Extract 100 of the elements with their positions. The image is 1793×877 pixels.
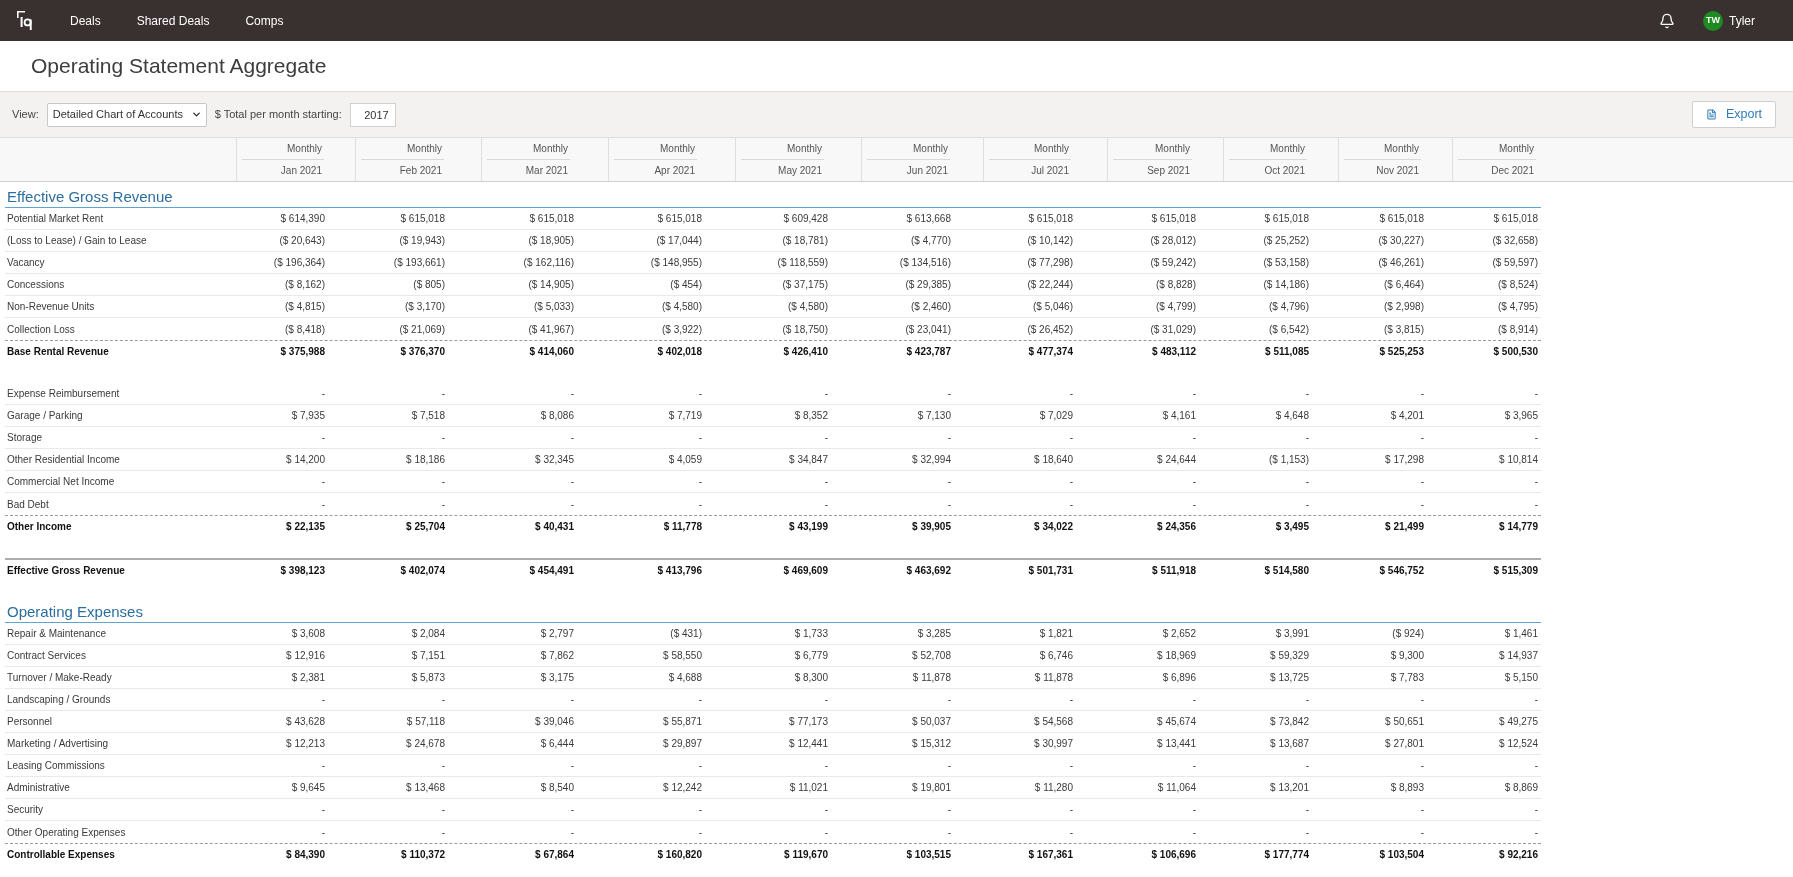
table-cell-text: - [569, 825, 575, 840]
table-cell-text: - [569, 497, 575, 512]
table-cell-text: $ 2,381 [290, 671, 326, 685]
table-cell-text: $ 12,524 [1498, 737, 1539, 751]
table-cell-text: - [1304, 825, 1310, 840]
table-cell-text: $ 6,444 [539, 737, 575, 751]
view-select[interactable]: Detailed Chart of Accounts [46, 102, 207, 127]
table-cell-text: - [440, 825, 446, 840]
table-cell-text: $ 54,568 [1033, 715, 1074, 729]
table-cell-text: - [1419, 803, 1425, 817]
table-cell-text: ($ 29,385) [904, 278, 952, 292]
table-cell-text: - [320, 825, 326, 840]
row-label: Other Income [6, 520, 73, 534]
table-cell-text: - [1068, 431, 1074, 445]
table-cell-text: $ 3,285 [916, 627, 952, 641]
bell-icon[interactable] [1659, 12, 1675, 29]
row-label: Base Rental Revenue [6, 345, 110, 359]
table-cell-text: ($ 26,452) [1026, 322, 1074, 337]
table-cell-text: $ 375,988 [279, 345, 326, 359]
table-cell-text: ($ 59,597) [1491, 256, 1539, 270]
row-label: Collection Loss [6, 322, 76, 337]
nav-link[interactable]: Deals [70, 11, 101, 30]
table-cell-text: $ 7,151 [410, 649, 446, 663]
table-cell-text: $ 615,018 [656, 212, 703, 226]
table-cell-text: ($ 18,750) [781, 322, 829, 337]
table-cell-text: - [946, 759, 952, 773]
row-label: Effective Gross Revenue [6, 563, 126, 578]
column-header-date: Oct 2021 [1263, 163, 1306, 177]
table-cell-text: $ 12,916 [285, 649, 326, 663]
table-cell-text: $ 511,085 [1264, 345, 1310, 359]
table-cell-text: ($ 59,242) [1149, 256, 1197, 270]
table-cell-text: $ 50,651 [1384, 715, 1425, 729]
document-icon [1705, 109, 1717, 120]
column-header-date: May 2021 [777, 163, 823, 177]
table-cell-text: - [946, 475, 952, 489]
table-cell-text: ($ 25,252) [1262, 234, 1310, 248]
table-cell-text: $ 7,518 [410, 409, 446, 423]
table-cell-text: $ 13,468 [405, 781, 446, 795]
table-cell-text: ($ 4,580) [786, 300, 829, 314]
logo-icon[interactable] [17, 11, 33, 30]
avatar[interactable]: TW [1703, 10, 1723, 31]
table-cell-text: - [823, 825, 829, 840]
table-cell-text: $ 2,652 [1161, 627, 1197, 641]
table-cell-text: $ 15,312 [911, 737, 952, 751]
table-cell-text: - [823, 803, 829, 817]
row-label: Expense Reimbursement [6, 387, 121, 401]
table-cell-text: - [1419, 497, 1425, 512]
start-year-input[interactable]: 2017 [349, 102, 396, 127]
table-cell-text: - [697, 497, 703, 512]
table-cell-text: ($ 4,815) [283, 300, 326, 314]
table-cell-text: ($ 6,542) [1267, 322, 1310, 337]
user-name[interactable]: Tyler [1729, 11, 1755, 30]
table-cell-text: $ 525,253 [1378, 345, 1425, 359]
table-cell-text: ($ 4,795) [1496, 300, 1539, 314]
table-cell-text: $ 50,037 [911, 715, 952, 729]
table-cell-text: ($ 18,781) [781, 234, 829, 248]
table-cell-text: ($ 46,261) [1377, 256, 1425, 270]
table-cell-text: $ 5,150 [1503, 671, 1539, 685]
table-cell-text: ($ 41,967) [527, 322, 575, 337]
table-cell-text: $ 423,787 [905, 345, 952, 359]
table-cell-text: $ 2,797 [539, 627, 575, 641]
table-cell-text: - [823, 497, 829, 512]
table-cell-text: ($ 3,170) [403, 300, 446, 314]
table-cell-text: $ 4,201 [1389, 409, 1425, 423]
nav-link[interactable]: Shared Deals [136, 11, 210, 30]
table-cell-text: - [440, 497, 446, 512]
table-cell-text: - [946, 693, 952, 707]
export-button[interactable]: Export [1692, 101, 1776, 128]
table-cell-text: - [440, 475, 446, 489]
table-cell-text: $ 22,135 [285, 520, 326, 534]
table-cell-text: ($ 19,943) [398, 234, 446, 248]
table-cell-text: $ 609,428 [782, 212, 829, 226]
column-header-label: Monthly [361, 142, 444, 160]
table-cell-text: - [1419, 825, 1425, 840]
table-cell-text: - [697, 693, 703, 707]
table-cell-text: $ 615,018 [399, 212, 446, 226]
table-cell-text: $ 7,862 [539, 649, 575, 663]
table-cell-text: - [440, 387, 446, 401]
nav-link[interactable]: Comps [245, 11, 284, 30]
table-cell-text: - [320, 497, 326, 512]
table-cell-text: ($ 4,580) [660, 300, 703, 314]
table-cell-text: $ 11,064 [1156, 781, 1197, 795]
row-label: Contract Services [6, 649, 87, 663]
table-cell-text: - [1419, 693, 1425, 707]
table-cell-text: ($ 3,922) [660, 322, 703, 337]
table-cell-text: $ 43,199 [788, 520, 829, 534]
table-cell-text: - [1068, 387, 1074, 401]
table-cell-text: - [569, 387, 575, 401]
table-cell-text: - [1068, 803, 1074, 817]
table-cell-text: ($ 20,643) [278, 234, 326, 248]
table-cell-text: ($ 2,998) [1382, 300, 1425, 314]
table-cell-text: ($ 8,162) [283, 278, 326, 292]
table-cell-text: $ 32,994 [911, 453, 952, 467]
table-cell-text: ($ 6,464) [1382, 278, 1425, 292]
table-cell-text: ($ 2,460) [909, 300, 952, 314]
table-cell-text: - [697, 431, 703, 445]
table-cell-text: $ 7,783 [1389, 671, 1425, 685]
table-cell-text: - [320, 693, 326, 707]
table-cell-text: - [1419, 387, 1425, 401]
table-cell-text: $ 614,390 [279, 212, 326, 226]
